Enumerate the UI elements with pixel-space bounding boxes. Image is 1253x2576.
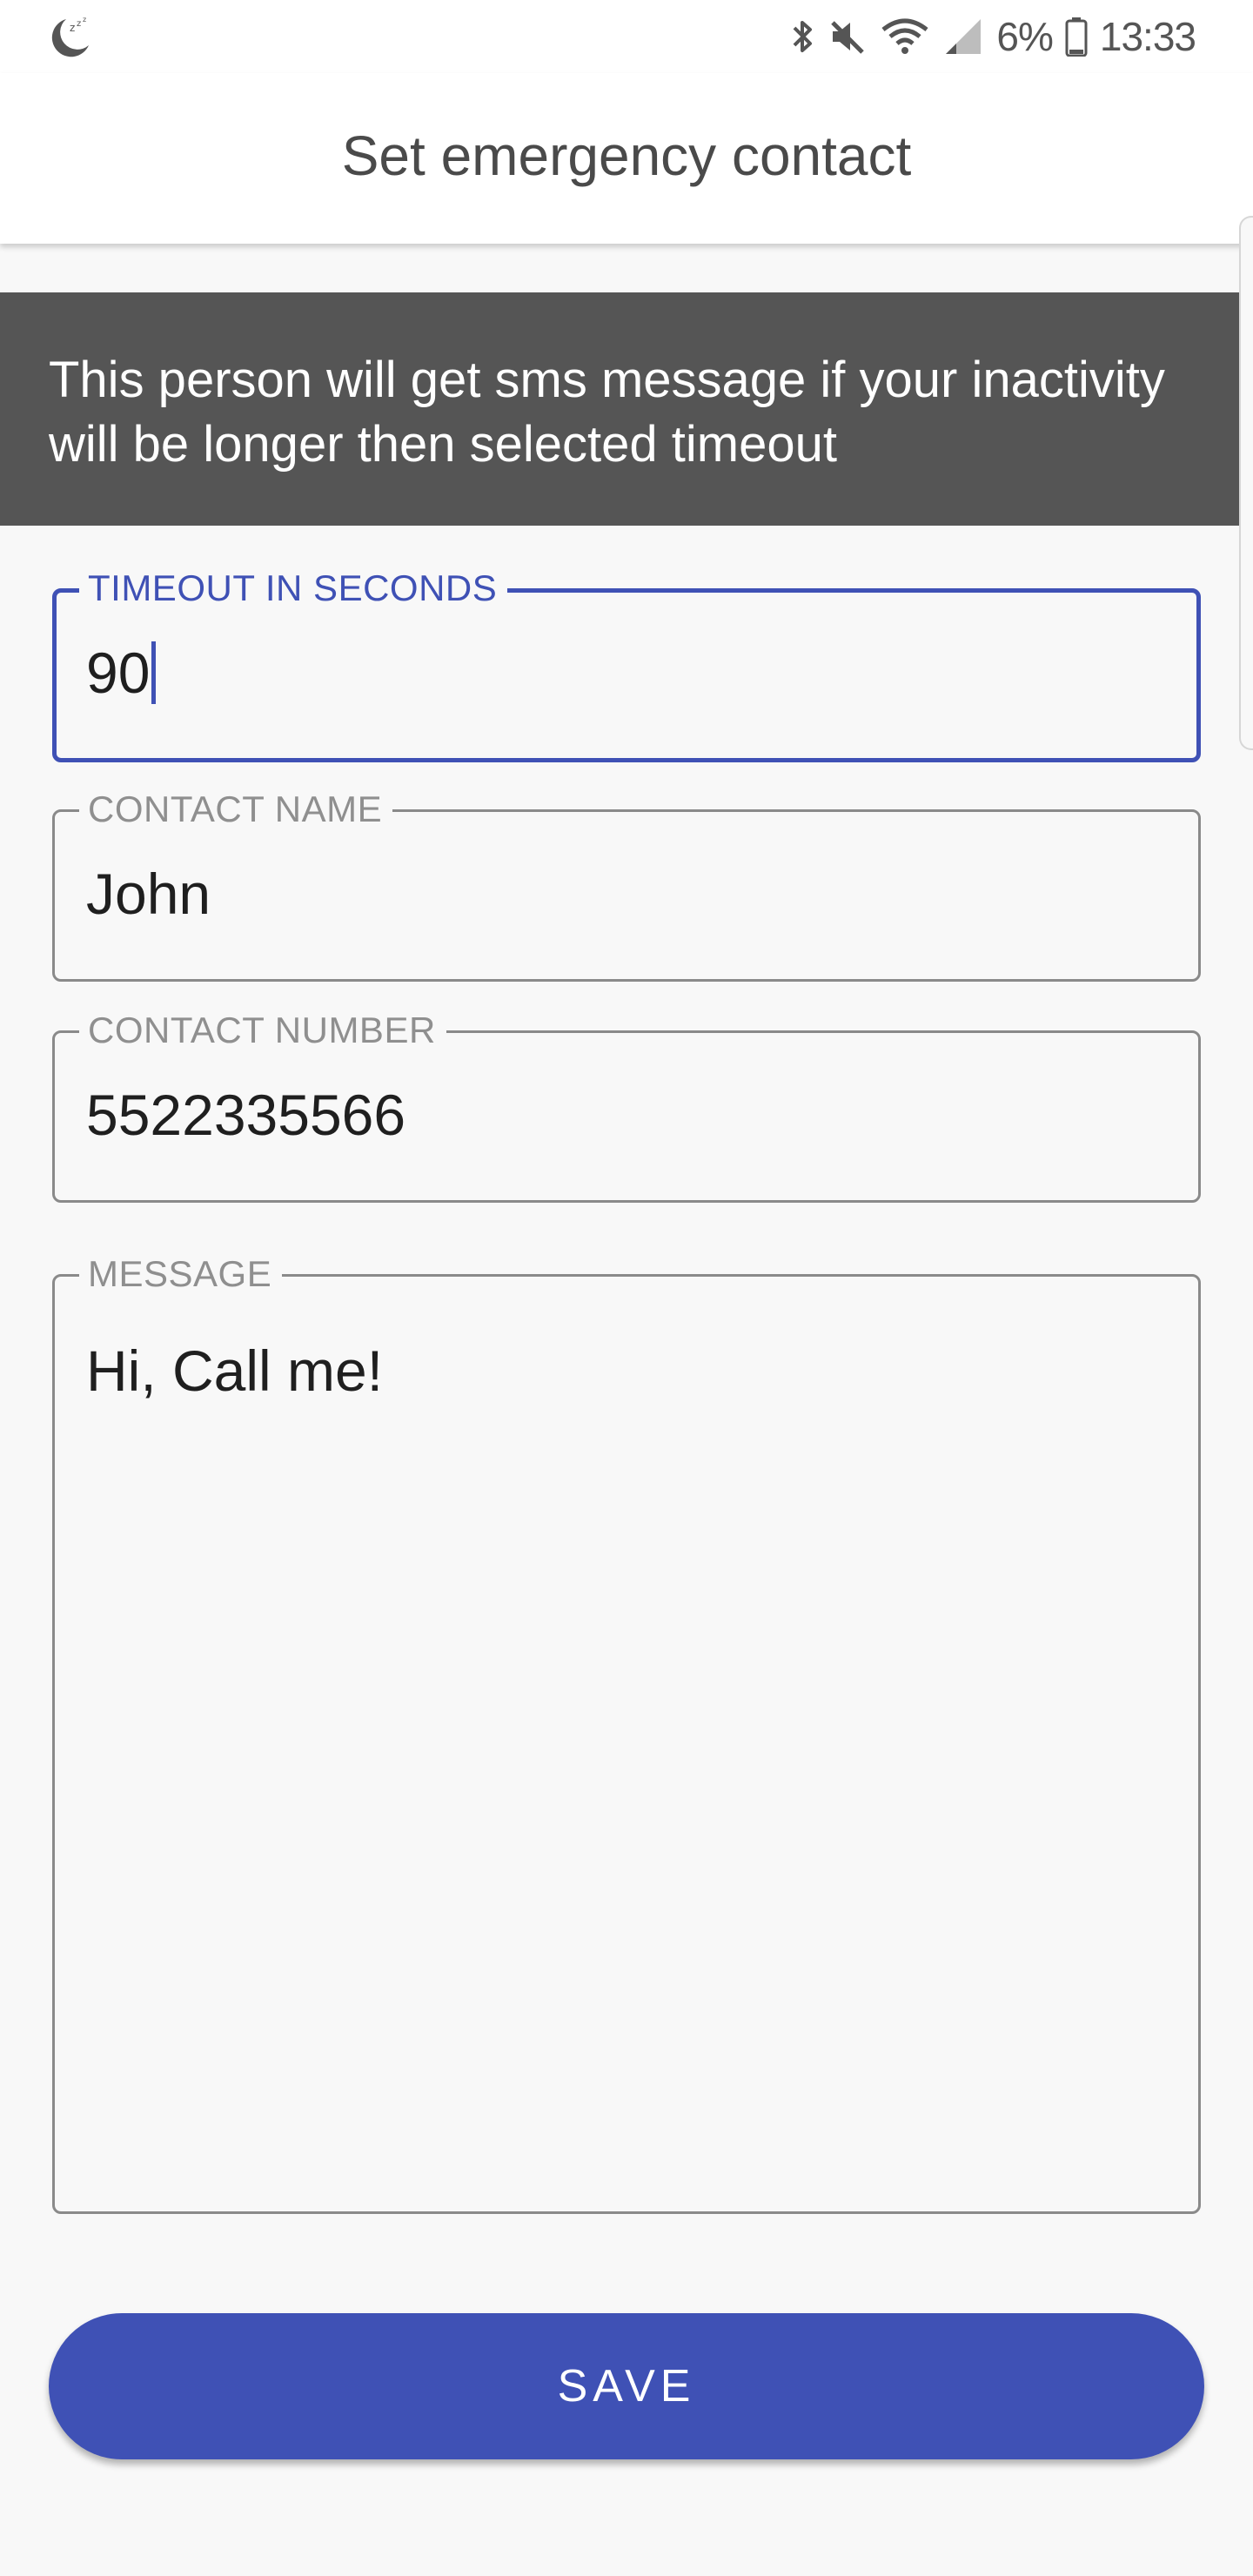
edge-panel-handle[interactable] [1239, 216, 1253, 750]
status-bar: z z z 6% 13:33 [0, 0, 1253, 73]
timeout-field[interactable]: TIMEOUT IN SECONDS 90 [52, 568, 1201, 762]
battery-icon [1065, 17, 1088, 57]
status-time: 13:33 [1099, 14, 1196, 59]
timeout-input[interactable]: 90 [86, 640, 157, 706]
save-button-label: SAVE [557, 2361, 696, 2412]
signal-icon [942, 16, 984, 57]
battery-percent: 6% [996, 14, 1053, 59]
sleep-moon-icon: z z z [47, 12, 96, 61]
svg-text:z: z [70, 22, 75, 34]
text-cursor [151, 641, 157, 704]
message-textarea[interactable]: Hi, Call me! [86, 1338, 383, 1404]
message-field-label: MESSAGE [79, 1254, 283, 1294]
timeout-input-value: 90 [86, 641, 151, 705]
contact-number-field[interactable]: CONTACT NUMBER 5522335566 [52, 1010, 1201, 1203]
timeout-field-label: TIMEOUT IN SECONDS [79, 568, 508, 608]
message-textarea-value: Hi, Call me! [86, 1338, 384, 1403]
contact-number-input-value: 5522335566 [86, 1083, 406, 1147]
message-field[interactable]: MESSAGE Hi, Call me! [52, 1254, 1201, 2214]
page-title: Set emergency contact [341, 124, 912, 187]
status-icons: 6% 13:33 [789, 9, 1196, 64]
contact-number-field-label: CONTACT NUMBER [79, 1010, 446, 1050]
contact-name-field[interactable]: CONTACT NAME John [52, 789, 1201, 982]
wifi-icon [880, 16, 930, 57]
contact-name-input-value: John [86, 862, 211, 926]
svg-text:z: z [83, 16, 86, 23]
info-banner-text: This person will get sms message if your… [49, 352, 1165, 473]
svg-text:z: z [77, 19, 81, 29]
contact-number-input[interactable]: 5522335566 [86, 1082, 405, 1148]
bluetooth-icon [789, 16, 815, 57]
mute-icon [828, 16, 868, 57]
info-banner: This person will get sms message if your… [0, 292, 1253, 526]
contact-name-field-label: CONTACT NAME [79, 789, 393, 829]
save-button[interactable]: SAVE [49, 2313, 1204, 2459]
app-bar: Set emergency contact [0, 73, 1253, 244]
contact-name-input[interactable]: John [86, 861, 211, 927]
